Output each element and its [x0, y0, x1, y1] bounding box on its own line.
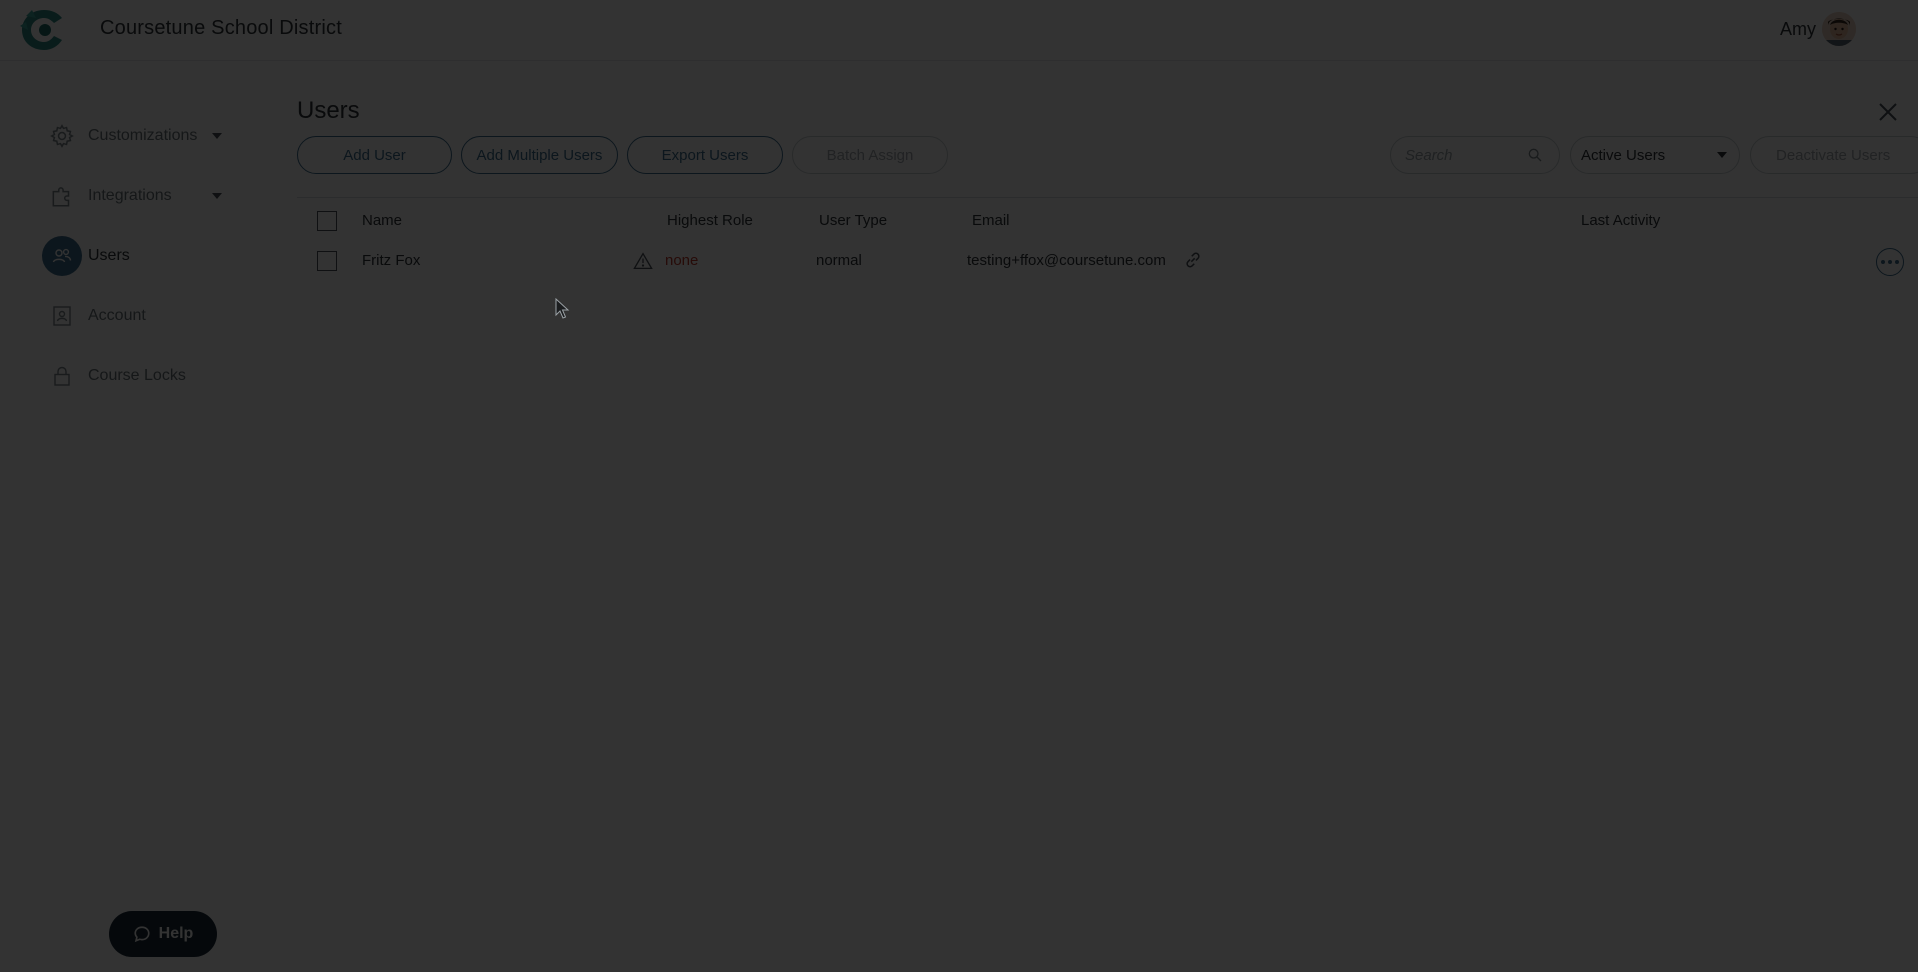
help-label: Help [158, 925, 194, 942]
warning-icon [633, 252, 653, 270]
batch-assign-button[interactable]: Batch Assign [792, 136, 948, 174]
column-header-name[interactable]: Name [362, 212, 402, 229]
select-all-checkbox[interactable] [317, 211, 337, 231]
search-field[interactable] [1390, 136, 1560, 174]
coursetune-logo-icon[interactable] [18, 6, 70, 52]
sidebar-item-course-locks[interactable]: Course Locks [42, 356, 252, 396]
toolbar-divider [297, 197, 1918, 198]
avatar[interactable] [1822, 12, 1856, 46]
sidebar-item-label: Course Locks [88, 367, 186, 384]
add-user-button[interactable]: Add User [297, 136, 452, 174]
sidebar-item-label: Users [88, 247, 130, 264]
sidebar-item-integrations[interactable]: Integrations [42, 176, 252, 216]
org-title: Coursetune School District [100, 17, 342, 39]
column-header-last-activity[interactable]: Last Activity [1581, 212, 1660, 229]
highest-role-cell: none [665, 252, 699, 269]
chat-bubble-icon [134, 926, 150, 943]
page-title: Users [297, 97, 360, 124]
column-header-highest-role[interactable]: Highest Role [667, 212, 753, 229]
search-input[interactable] [1403, 145, 1527, 165]
chevron-down-icon [1717, 152, 1727, 158]
row-actions-button[interactable] [1876, 248, 1904, 276]
lock-icon [42, 356, 82, 396]
mouse-cursor-icon [555, 298, 570, 319]
sidebar-item-customizations[interactable]: Customizations [42, 116, 252, 156]
user-status-selected: Active Users [1581, 146, 1666, 164]
column-header-user-type[interactable]: User Type [819, 212, 887, 229]
avatar-face-icon [1822, 12, 1856, 46]
search-icon[interactable] [1527, 147, 1543, 163]
user-type-cell: normal [816, 252, 862, 269]
sidebar-item-label: Customizations [88, 127, 198, 144]
account-icon [42, 296, 82, 336]
user-name[interactable]: Amy [1780, 19, 1816, 40]
close-icon[interactable] [1876, 100, 1900, 124]
app-page: Coursetune School District Amy Customiza… [0, 0, 1918, 972]
sidebar-item-users[interactable]: Users [42, 236, 252, 276]
top-bar: Coursetune School District Amy [0, 0, 1918, 61]
row-checkbox[interactable] [317, 251, 337, 271]
sidebar-item-label: Account [88, 307, 146, 324]
export-users-button[interactable]: Export Users [627, 136, 783, 174]
more-icon [1881, 260, 1885, 264]
add-multiple-users-button[interactable]: Add Multiple Users [461, 136, 618, 174]
chevron-down-icon [212, 193, 222, 199]
users-icon [42, 236, 82, 276]
sidebar: Customizations Integrations Users Accoun… [0, 61, 270, 972]
chevron-down-icon [212, 133, 222, 139]
help-button[interactable]: Help [109, 911, 217, 957]
link-icon[interactable] [1183, 250, 1203, 270]
user-name-cell[interactable]: Fritz Fox [362, 252, 420, 269]
sidebar-item-label: Integrations [88, 187, 172, 204]
gear-icon [42, 116, 82, 156]
puzzle-icon [42, 176, 82, 216]
user-status-select[interactable]: Active Users [1570, 136, 1740, 174]
deactivate-users-button[interactable]: Deactivate Users [1750, 136, 1918, 174]
sidebar-item-account[interactable]: Account [42, 296, 252, 336]
column-header-email[interactable]: Email [972, 212, 1010, 229]
email-cell: testing+ffox@coursetune.com [967, 252, 1166, 269]
